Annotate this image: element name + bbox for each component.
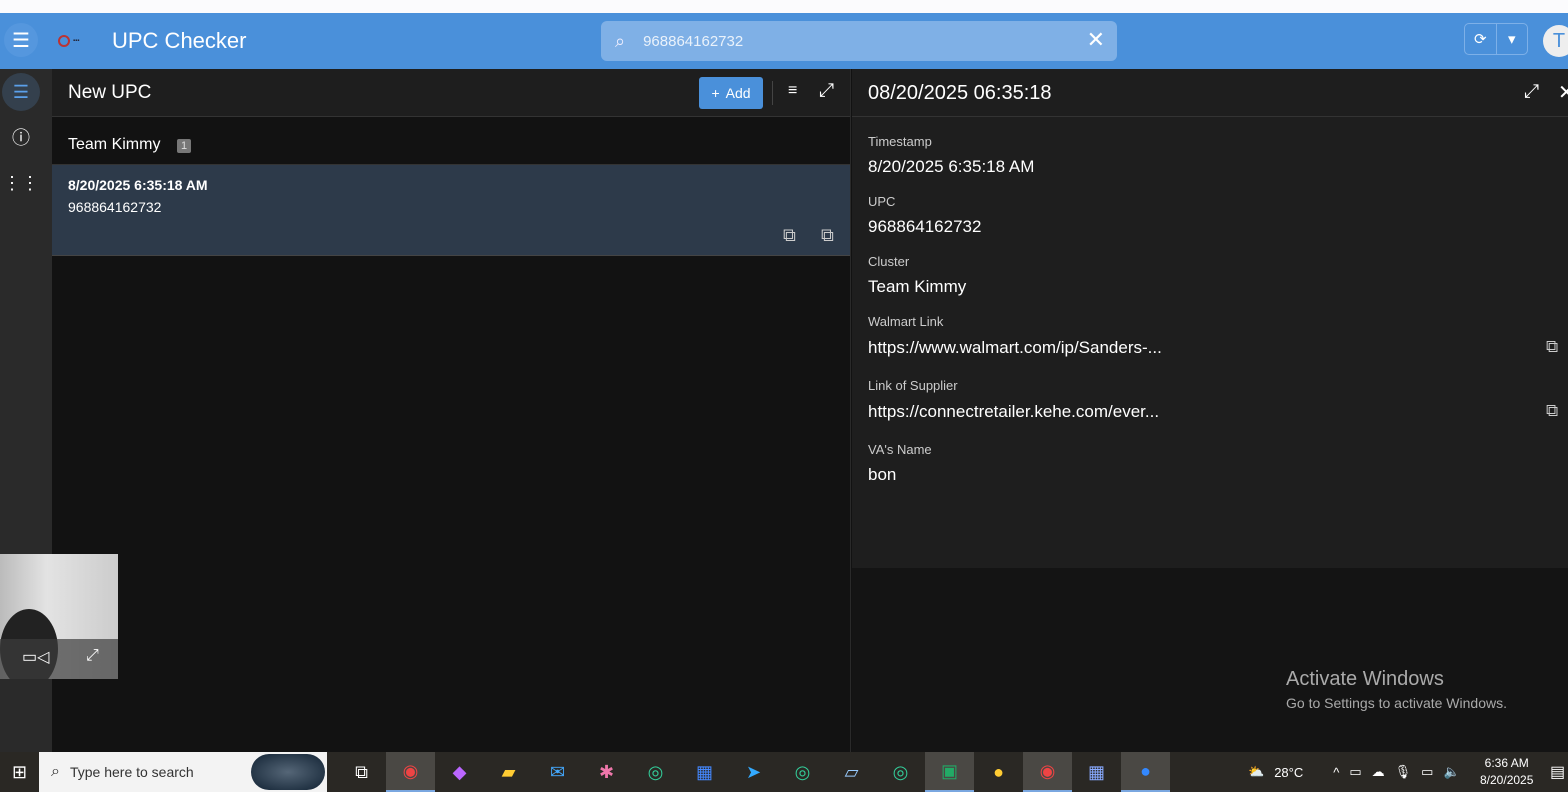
detail-title: 08/20/2025 06:35:18: [868, 82, 1052, 105]
field-label: Link of Supplier: [868, 378, 958, 393]
list-header: New UPC + Add ≡ ⤢: [52, 69, 850, 117]
camera-icon[interactable]: ▭◁: [22, 647, 49, 667]
walmart-link[interactable]: https://www.walmart.com/ip/Sanders-...: [868, 338, 1162, 358]
browser-top-strip: [0, 0, 1568, 13]
open-external-icon[interactable]: ⧉: [1546, 337, 1558, 357]
excel-icon[interactable]: ▣: [925, 752, 974, 792]
zoom-icon[interactable]: ●: [1121, 752, 1170, 792]
volume-icon[interactable]: 🔈: [1443, 764, 1459, 780]
taskbar-search[interactable]: ⌕ Type here to search: [39, 752, 327, 792]
webcam-controls: ▭◁ ⤢: [0, 639, 118, 679]
field-label: Walmart Link: [868, 314, 943, 329]
group-count-badge: 1: [177, 139, 191, 153]
notifications-icon[interactable]: ▤: [1550, 762, 1565, 782]
detail-header: 08/20/2025 06:35:18 ⤢ ✕: [852, 69, 1568, 117]
expand-icon[interactable]: ⤢: [819, 80, 834, 102]
company-logo: ▪▪▪: [58, 34, 96, 48]
calculator-icon[interactable]: ▦: [1072, 752, 1121, 792]
clock-time: 6:36 AM: [1480, 755, 1533, 772]
webcam-preview[interactable]: ▭◁ ⤢: [0, 554, 118, 679]
filter-icon[interactable]: ≡: [788, 82, 797, 100]
item-date: 8/20/2025 6:35:18 AM: [68, 177, 208, 193]
detail-content: Timestamp 8/20/2025 6:35:18 AM UPC 96886…: [852, 117, 1568, 568]
app-title: UPC Checker: [112, 28, 246, 54]
supplier-link[interactable]: https://connectretailer.kehe.com/ever...: [868, 402, 1159, 422]
network-icon[interactable]: ▭: [1421, 764, 1433, 780]
search-bar: ⌕ ✕: [601, 21, 1117, 61]
field-label: VA's Name: [868, 442, 932, 457]
expand-icon[interactable]: ⤢: [86, 647, 99, 665]
notepad-icon[interactable]: ▱: [827, 752, 876, 792]
chrome-icon[interactable]: ◉: [1023, 752, 1072, 792]
apps-grid-icon[interactable]: ⋮⋮: [2, 164, 40, 202]
onedrive-icon[interactable]: ☁: [1372, 764, 1385, 780]
app-icon[interactable]: ●: [974, 752, 1023, 792]
menu-icon[interactable]: ☰: [4, 23, 38, 57]
watermark-title: Activate Windows: [1286, 668, 1507, 691]
mail-icon[interactable]: ✉: [533, 752, 582, 792]
copilot-icon[interactable]: ◆: [435, 752, 484, 792]
search-input[interactable]: [643, 33, 1043, 50]
show-hidden-icons[interactable]: ^: [1333, 765, 1339, 780]
list-item[interactable]: 8/20/2025 6:35:18 AM 968864162732 ⧉ ⧉: [52, 165, 850, 256]
telegram-icon[interactable]: ➤: [729, 752, 778, 792]
list-panel: New UPC + Add ≡ ⤢ Team Kimmy 1 8/20/2025 …: [52, 69, 851, 752]
list-view-icon[interactable]: ☰: [2, 73, 40, 111]
field-value: bon: [868, 465, 896, 485]
open-external-icon[interactable]: ⧉: [783, 225, 796, 246]
close-icon[interactable]: ✕: [1558, 80, 1568, 105]
group-header[interactable]: Team Kimmy 1: [52, 117, 850, 165]
user-avatar[interactable]: T: [1543, 25, 1568, 57]
weather-icon[interactable]: ⛅: [1248, 764, 1264, 780]
sync-button-group: ⟳ ▾: [1464, 23, 1528, 55]
search-highlight-image: [251, 754, 325, 790]
open-external-icon[interactable]: ⧉: [1546, 401, 1558, 421]
activate-windows-watermark: Activate Windows Go to Settings to activ…: [1286, 668, 1507, 711]
search-icon: ⌕: [615, 31, 625, 52]
detail-panel: 08/20/2025 06:35:18 ⤢ ✕ Timestamp 8/20/2…: [852, 69, 1568, 752]
taskbar-apps: ⧉ ◉ ◆ ▰ ✉ ✱ ◎ ▦ ➤ ◎ ▱ ◎ ▣ ● ◉ ▦ ●: [337, 752, 1170, 792]
open-external-icon[interactable]: ⧉: [821, 225, 834, 246]
add-button[interactable]: + Add: [699, 77, 763, 109]
search-icon: ⌕: [51, 763, 60, 781]
microphone-icon[interactable]: 🎙: [1395, 764, 1412, 780]
chrome-icon[interactable]: ◉: [386, 752, 435, 792]
taskbar-search-placeholder: Type here to search: [70, 764, 194, 780]
file-explorer-icon[interactable]: ▰: [484, 752, 533, 792]
group-name: Team Kimmy: [68, 136, 160, 154]
field-value: 8/20/2025 6:35:18 AM: [868, 157, 1034, 177]
temperature[interactable]: 28°C: [1274, 765, 1303, 780]
store-icon[interactable]: ▦: [680, 752, 729, 792]
clock[interactable]: 6:36 AM 8/20/2025: [1480, 755, 1533, 789]
clear-search-icon[interactable]: ✕: [1087, 27, 1105, 53]
info-icon[interactable]: ⓘ: [2, 118, 40, 156]
sync-dropdown-icon[interactable]: ▾: [1497, 24, 1528, 54]
expand-icon[interactable]: ⤢: [1524, 81, 1539, 103]
meet-icon[interactable]: ▭: [1349, 764, 1361, 780]
item-upc: 968864162732: [68, 199, 161, 215]
slack-icon[interactable]: ✱: [582, 752, 631, 792]
field-value: Team Kimmy: [868, 277, 966, 297]
field-value: 968864162732: [868, 217, 981, 237]
system-tray: ⛅ 28°C ^ ▭ ☁ 🎙 ▭ 🔈: [1248, 752, 1460, 792]
taskbar: ⊞ ⌕ Type here to search ⧉ ◉ ◆ ▰ ✉ ✱ ◎ ▦ …: [0, 752, 1568, 792]
field-label: Cluster: [868, 254, 909, 269]
edge-profile-icon[interactable]: ◎: [876, 752, 925, 792]
edge-icon[interactable]: ◎: [631, 752, 680, 792]
plus-icon: +: [711, 85, 719, 101]
watermark-subtitle: Go to Settings to activate Windows.: [1286, 695, 1507, 711]
sync-icon[interactable]: ⟳: [1465, 24, 1497, 54]
field-label: UPC: [868, 194, 895, 209]
add-label: Add: [726, 85, 751, 101]
clock-date: 8/20/2025: [1480, 772, 1533, 789]
field-label: Timestamp: [868, 134, 932, 149]
task-view-icon[interactable]: ⧉: [337, 752, 386, 792]
divider: [772, 81, 773, 105]
edge-profile-icon[interactable]: ◎: [778, 752, 827, 792]
windows-start-icon[interactable]: ⊞: [0, 762, 39, 783]
list-title: New UPC: [68, 82, 151, 104]
app-header: ☰ ▪▪▪ UPC Checker ⌕ ✕ ⟳ ▾ T: [0, 13, 1568, 69]
